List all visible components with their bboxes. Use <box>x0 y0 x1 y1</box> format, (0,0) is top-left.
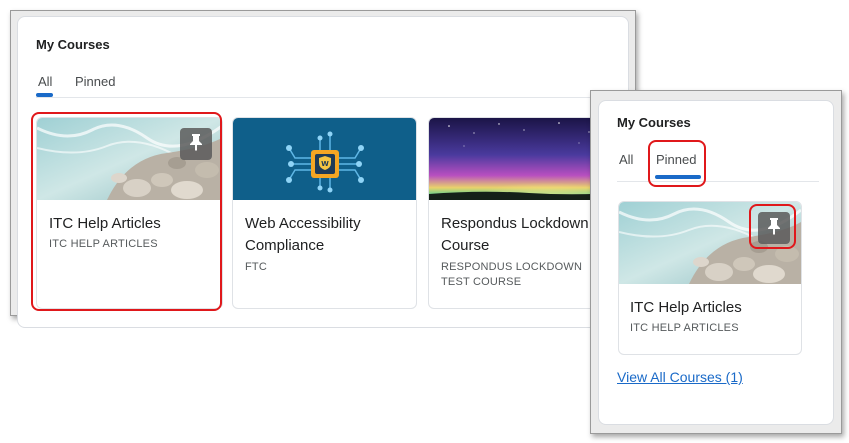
widget-heading: My Courses <box>36 37 110 52</box>
tab-all[interactable]: All <box>619 152 633 167</box>
widget-heading: My Courses <box>617 115 691 130</box>
shield-w-icon: W <box>319 156 331 170</box>
highlight-pinned-card <box>31 112 222 311</box>
highlight-pinned-tab <box>648 140 706 187</box>
course-code: ITC HELP ARTICLES <box>630 322 739 334</box>
tab-all[interactable]: All <box>38 74 52 89</box>
course-code: FTC <box>245 261 267 273</box>
course-card-web-accessibility[interactable]: W Web Accessibility Compliance FTC <box>232 117 417 309</box>
highlight-pin-button <box>749 204 796 249</box>
tab-pinned[interactable]: Pinned <box>75 74 115 89</box>
course-title[interactable]: Web Accessibility Compliance <box>245 213 410 257</box>
svg-text:W: W <box>321 160 329 168</box>
my-courses-widget: My Courses All Pinned ITC Help Articles … <box>598 100 834 425</box>
right-screenshot: My Courses All Pinned ITC Help Articles … <box>590 90 842 434</box>
course-title[interactable]: ITC Help Articles <box>630 297 795 319</box>
tab-divider <box>36 97 628 98</box>
accessibility-circuit-image: W <box>233 118 416 200</box>
course-code: RESPONDUS LOCKDOWN TEST COURSE <box>441 261 583 288</box>
view-all-courses-link[interactable]: View All Courses (1) <box>617 369 743 385</box>
